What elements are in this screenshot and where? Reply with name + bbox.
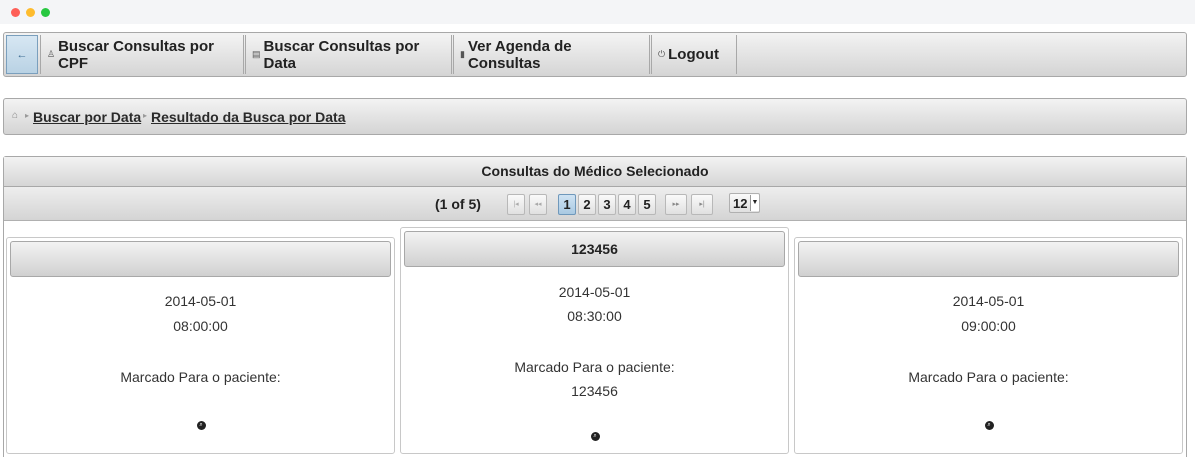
breadcrumb-buscar-por-data[interactable]: Buscar por Data (33, 109, 141, 125)
menu-buscar-data[interactable]: ▤ Buscar Consultas por Data (245, 35, 452, 74)
menu-logout[interactable]: ⏻ Logout (651, 35, 737, 74)
menubar: ← ♙ Buscar Consultas por CPF ▤ Buscar Co… (3, 32, 1187, 77)
user-icon: ♙ (47, 49, 56, 59)
menu-label: Logout (668, 46, 719, 63)
menu-label: Ver Agenda de Consultas (467, 37, 572, 72)
close-window-button[interactable] (11, 8, 20, 17)
card-header: 123456 (404, 231, 785, 267)
page-3-button[interactable]: 3 (598, 194, 616, 215)
paginator: (1 of 5) |◂ ◂◂ 1 2 3 4 5 ▸▸ ▸| 12 ▼ (4, 187, 1186, 221)
search-icon[interactable]: ⌕ (984, 421, 994, 430)
patient-id: 123456 (571, 383, 618, 399)
page-2-button[interactable]: 2 (578, 194, 596, 215)
next-page-icon[interactable]: ▸▸ (665, 194, 687, 215)
appointment-card: 123456 2014-05-01 08:30:00 Marcado Para … (400, 227, 789, 454)
card-header (798, 241, 1179, 277)
menu-label: Buscar Consultas por Data (263, 37, 420, 72)
breadcrumb-resultado[interactable]: Resultado da Busca por Data (151, 109, 346, 125)
appointment-date: 2014-05-01 (164, 293, 237, 309)
rows-per-page-select[interactable]: 12 ▼ (729, 193, 760, 213)
minimize-window-button[interactable] (26, 8, 35, 17)
menu-label: Buscar Consultas por CPF (58, 37, 214, 72)
prev-page-icon[interactable]: ◂◂ (529, 194, 547, 215)
breadcrumb-separator-icon: ▸ (143, 111, 148, 120)
folder-icon: ▤ (252, 49, 261, 59)
first-page-icon[interactable]: |◂ (507, 194, 525, 215)
panel-title: Consultas do Médico Selecionado (4, 157, 1186, 187)
appointment-time: 09:00:00 (961, 318, 1016, 334)
appointment-time: 08:30:00 (567, 308, 622, 324)
appointment-date: 2014-05-01 (952, 293, 1025, 309)
breadcrumb: ⌂ ▸ Buscar por Data ▸ Resultado da Busca… (3, 98, 1187, 135)
search-icon[interactable]: ⌕ (590, 432, 600, 441)
window-titlebar (0, 0, 1195, 24)
book-icon: ▮ (460, 49, 465, 59)
patient-label: Marcado Para o paciente: (908, 369, 1069, 385)
home-icon[interactable]: ⌂ (12, 110, 18, 121)
menu-ver-agenda[interactable]: ▮ Ver Agenda de Consultas (453, 35, 650, 74)
breadcrumb-separator-icon: ▸ (25, 111, 30, 120)
page-report: (1 of 5) (435, 196, 481, 212)
patient-label: Marcado Para o paciente: (514, 359, 675, 375)
search-icon[interactable]: ⌕ (196, 421, 206, 430)
last-page-icon[interactable]: ▸| (691, 194, 713, 215)
arrow-left-icon: ← (16, 48, 28, 61)
back-button[interactable]: ← (6, 35, 38, 74)
card-header (10, 241, 391, 277)
maximize-window-button[interactable] (41, 8, 50, 17)
chevron-down-icon: ▼ (750, 195, 759, 211)
rows-per-page-value: 12 (733, 196, 748, 211)
menu-buscar-cpf[interactable]: ♙ Buscar Consultas por CPF (40, 35, 244, 74)
appointment-card: 2014-05-01 08:00:00 Marcado Para o pacie… (6, 237, 395, 454)
page-5-button[interactable]: 5 (638, 194, 656, 215)
page-1-button[interactable]: 1 (558, 194, 576, 215)
appointment-time: 08:00:00 (173, 318, 228, 334)
appointment-card: 2014-05-01 09:00:00 Marcado Para o pacie… (794, 237, 1183, 454)
page-4-button[interactable]: 4 (618, 194, 636, 215)
power-icon: ⏻ (658, 49, 666, 59)
patient-label: Marcado Para o paciente: (120, 369, 281, 385)
appointment-date: 2014-05-01 (558, 284, 631, 300)
